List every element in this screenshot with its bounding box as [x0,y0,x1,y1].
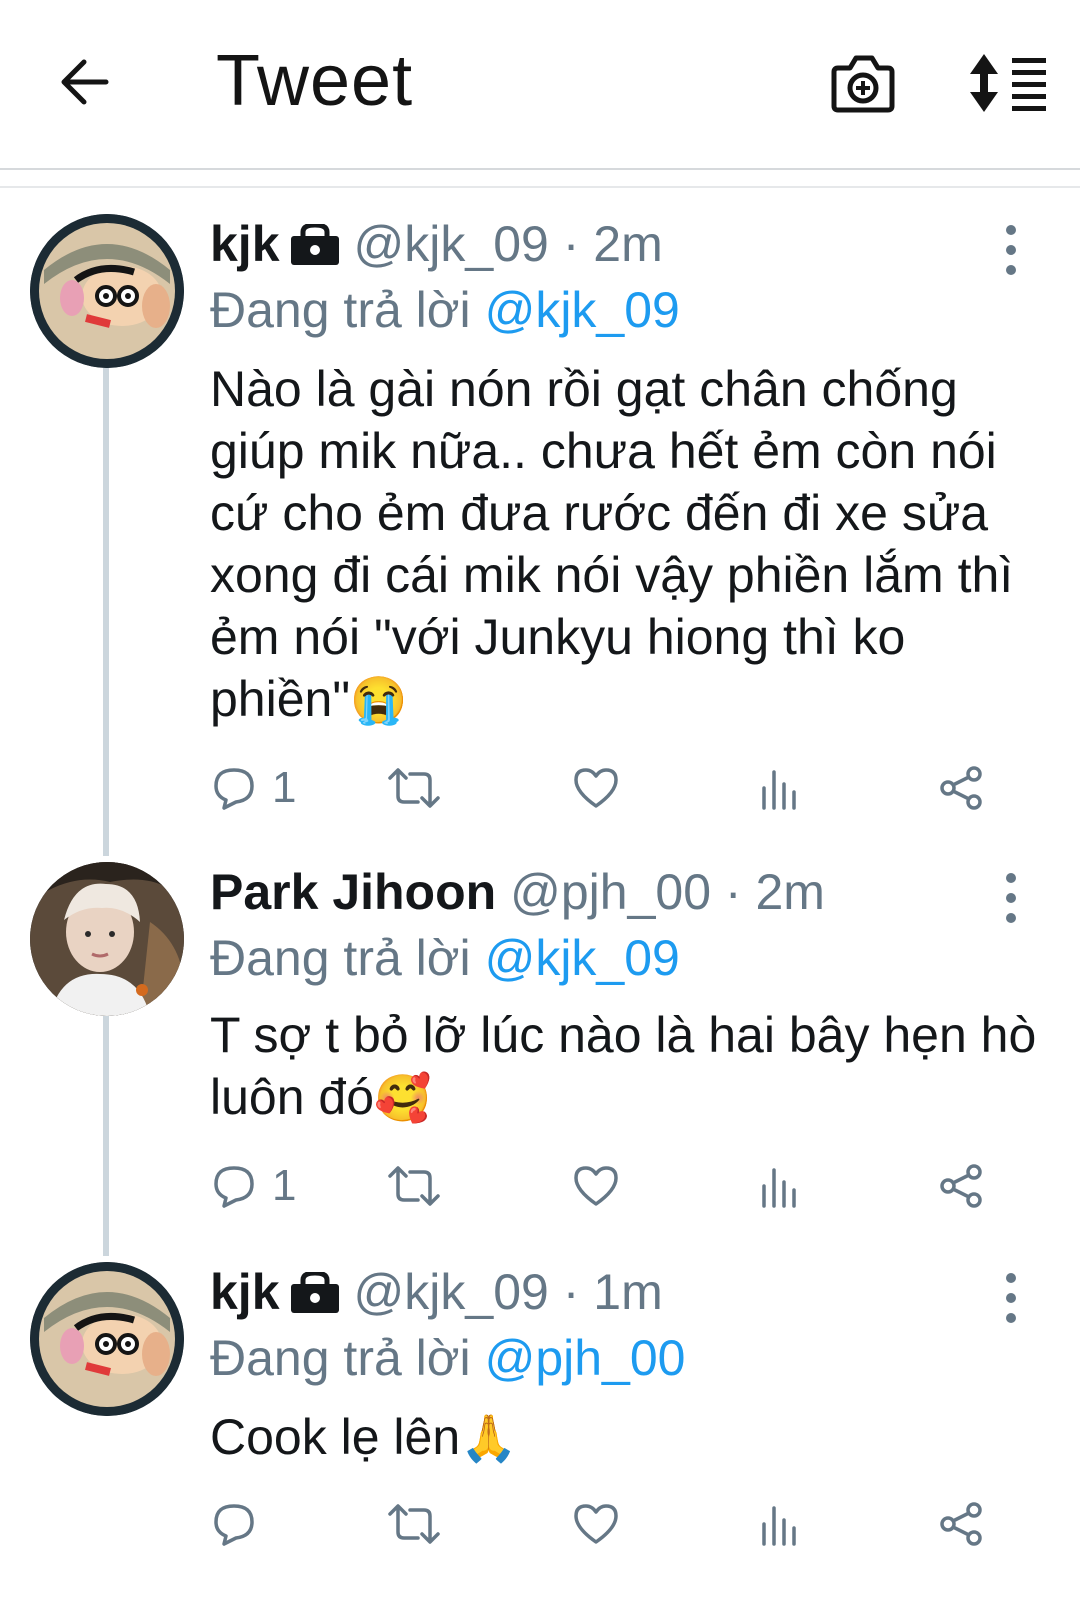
tweet-text: Nào là gài nón rồi gạt chân chống giúp m… [210,358,1040,731]
replying-to: Đang trả lời @pjh_00 [210,1328,685,1388]
like-button[interactable] [572,1494,620,1554]
mention-link[interactable]: @kjk_09 [485,282,680,338]
reply-icon [214,1166,254,1208]
retweet-button[interactable] [388,1156,440,1216]
retweet-icon [388,1166,440,1206]
reply-count: 1 [272,1161,297,1210]
retweet-button[interactable] [388,758,440,818]
lock-icon [290,223,339,265]
avatar[interactable] [30,862,184,1016]
lock-icon [290,1271,339,1313]
emoji: 🙏 [460,1412,518,1464]
retweet-button[interactable] [388,1494,440,1554]
tweet-header: kjk @kjk_09 · 2m [210,214,663,274]
analytics-button[interactable] [756,1156,804,1216]
user-handle[interactable]: @kjk_09 [354,1264,549,1320]
share-icon [940,1502,982,1546]
like-button[interactable] [572,1156,620,1216]
reply-icon [214,1504,254,1546]
timestamp: 1m [593,1264,663,1320]
emoji: 🥰 [374,1072,432,1124]
replying-to: Đang trả lời @kjk_09 [210,928,680,988]
replying-to: Đang trả lời @kjk_09 [210,280,680,340]
timestamp: 2m [593,216,663,272]
more-vertical-icon[interactable] [998,1266,1024,1330]
reply-icon [214,768,254,810]
share-button[interactable] [938,1156,986,1216]
user-handle[interactable]: @kjk_09 [354,216,549,272]
separator: · [562,1264,580,1320]
analytics-icon [762,1168,796,1208]
heart-icon [574,768,618,808]
replying-to-label: Đang trả lời [210,1330,485,1386]
reply-button[interactable]: 1 [210,1156,296,1216]
user-handle[interactable]: @pjh_00 [510,864,711,920]
avatar[interactable] [30,214,184,368]
mention-link[interactable]: @kjk_09 [485,930,680,986]
share-button[interactable] [938,758,986,818]
analytics-icon [762,1506,796,1546]
share-icon [940,766,982,810]
heart-icon [574,1504,618,1544]
display-name[interactable]: Park Jihoon [210,864,496,920]
separator: · [562,216,580,272]
separator: · [724,864,742,920]
timestamp: 2m [755,864,825,920]
reply-count: 1 [272,763,297,812]
display-name[interactable]: kjk [210,1264,280,1320]
share-icon [940,1164,982,1208]
analytics-button[interactable] [756,758,804,818]
replying-to-label: Đang trả lời [210,282,485,338]
display-name[interactable]: kjk [210,216,280,272]
more-vertical-icon[interactable] [998,218,1024,282]
replying-to-label: Đang trả lời [210,930,485,986]
tweet-actions: 1 [210,758,1010,818]
divider [0,186,1080,188]
tweet-header: kjk @kjk_09 · 1m [210,1262,663,1322]
tweet-header: Park Jihoon @pjh_00 · 2m [210,862,825,922]
share-button[interactable] [938,1494,986,1554]
tweet-text: Cook lẹ lên🙏 [210,1406,1040,1469]
avatar[interactable] [30,1262,184,1416]
thread-connector [103,368,109,856]
like-button[interactable] [572,758,620,818]
reply-button[interactable] [210,1494,272,1554]
mention-link[interactable]: @pjh_00 [485,1330,686,1386]
tweet-text-content: Nào là gài nón rồi gạt chân chống giúp m… [210,361,1014,727]
analytics-icon [762,770,796,810]
retweet-icon [388,768,440,808]
thread-connector [103,1016,109,1256]
reply-button[interactable]: 1 [210,758,296,818]
retweet-icon [388,1504,440,1544]
tweet-actions: 1 [210,1156,1010,1216]
page-title: Tweet [216,41,414,121]
heart-icon [574,1166,618,1206]
analytics-button[interactable] [756,1494,804,1554]
sort-icon[interactable] [970,52,1050,114]
top-bar: Tweet [0,0,1080,170]
back-arrow-icon[interactable] [56,52,114,112]
more-vertical-icon[interactable] [998,866,1024,930]
camera-icon[interactable] [830,50,896,116]
tweet-text-content: T sợ t bỏ lỡ lúc nào là hai bây hẹn hò l… [210,1007,1037,1125]
tweet-text-content: Cook lẹ lên [210,1409,461,1465]
tweet-text: T sợ t bỏ lỡ lúc nào là hai bây hẹn hò l… [210,1004,1040,1129]
emoji: 😭 [350,674,408,726]
tweet-actions [210,1494,1010,1554]
